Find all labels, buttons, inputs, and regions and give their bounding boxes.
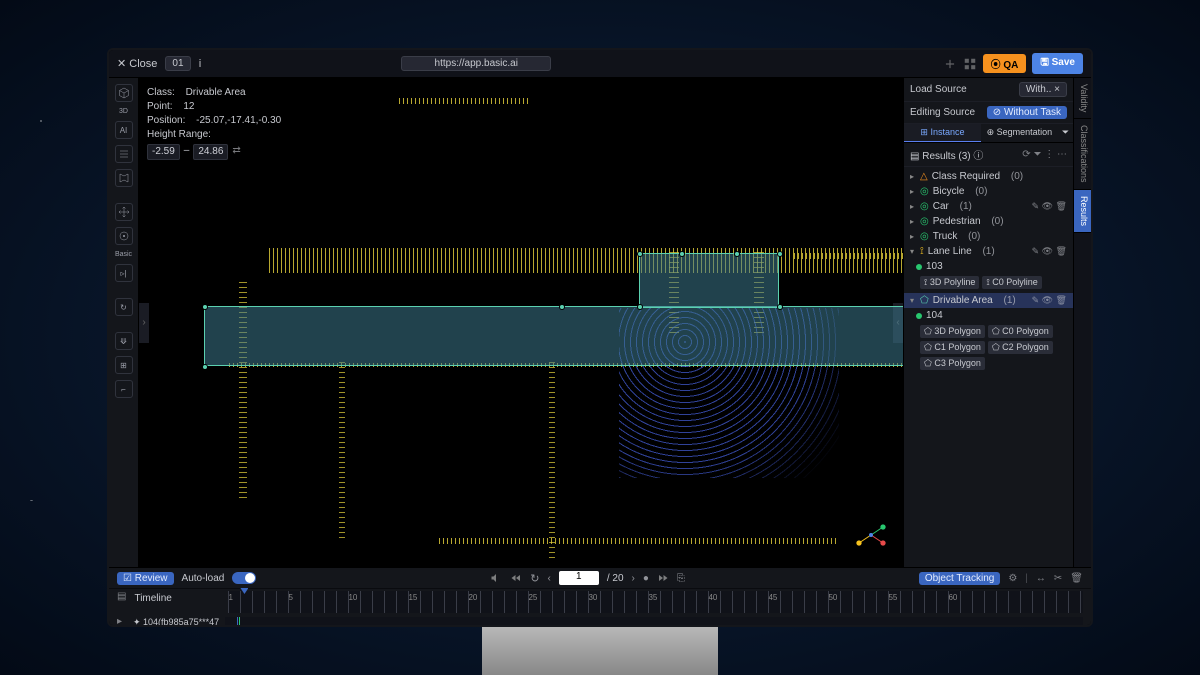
sidetab-results[interactable]: Results [1074, 190, 1091, 233]
chip-c2-polygon[interactable]: ⬠ C2 Polygon [988, 341, 1053, 354]
forward-icon[interactable] [657, 572, 669, 584]
node-bicycle[interactable]: ▸◎Bicycle (0) [904, 184, 1073, 199]
height-min-input[interactable]: -2.59 [147, 144, 180, 160]
entry-104[interactable]: 104 [904, 308, 1073, 323]
audio-icon[interactable] [490, 572, 502, 584]
node-car-actions[interactable]: ✎ 👁 🗑 [1032, 201, 1067, 212]
chip-c0-polyline[interactable]: ⟟ C0 Polyline [982, 276, 1041, 289]
node-pedestrian[interactable]: ▸◎Pedestrian (0) [904, 214, 1073, 229]
results-header: ▤ Results (3) ⓘ [910, 147, 983, 162]
tab-segmentation[interactable]: ⊕ Segmentation [981, 124, 1058, 142]
grid-tool[interactable]: ⊞ [115, 356, 133, 374]
editing-source-label: Editing Source [910, 107, 975, 118]
results-tree: ▸△Class Required (0) ▸◎Bicycle (0) ▸◎Car… [904, 167, 1073, 376]
node-laneline[interactable]: ▾⟟Lane Line (1)✎ 👁 🗑 [904, 244, 1073, 259]
sidetab-validity[interactable]: Validity [1074, 78, 1091, 119]
3d-viewport[interactable]: › ‹ [139, 78, 903, 567]
topbar: ✕ Close 01 i https://app.basic.ai ⦿ QA 🖫… [109, 50, 1091, 78]
link-toggle-icon[interactable]: ⇄ [232, 144, 240, 160]
load-source-label: Load Source [910, 84, 967, 95]
review-button[interactable]: ☑ Review [117, 572, 174, 585]
align-icon[interactable]: ↔ [1036, 573, 1046, 584]
entry-103[interactable]: 103 [904, 259, 1073, 274]
polygon-tool[interactable] [115, 169, 133, 187]
frame-total: / 20 [607, 573, 624, 584]
refresh-tool[interactable]: ↻ [115, 298, 133, 316]
drivable-area-polygon-north[interactable] [639, 253, 779, 308]
node-drivable-actions[interactable]: ✎ 👁 🗑 [1032, 295, 1067, 306]
3d-label: 3D [119, 108, 128, 115]
chip-3d-polygon[interactable]: ⬠ 3D Polygon [920, 325, 985, 338]
right-side-tabs: Validity Classifications Results [1073, 78, 1091, 567]
grid-icon[interactable] [963, 57, 977, 71]
bottom-bar: ☑ Review Auto-load ↻ ‹ 1 / 20 › ● ⎘ Obje… [109, 567, 1091, 625]
chip-3d-polyline[interactable]: ⟟ 3D Polyline [920, 276, 979, 289]
trash-icon[interactable]: 🗑 [1070, 573, 1083, 584]
right-panel: Load Source With.. × Editing Source ⊘ Wi… [903, 78, 1091, 567]
move-tool[interactable] [115, 203, 133, 221]
app-window: ✕ Close 01 i https://app.basic.ai ⦿ QA 🖫… [107, 48, 1093, 627]
axis-gizmo[interactable] [851, 515, 891, 555]
tab-filter-icon[interactable]: ⏷ [1058, 124, 1073, 142]
chip-c0-polygon[interactable]: ⬠ C0 Polygon [988, 325, 1053, 338]
left-toolbar: 3D AI Basic ▹| ↻ ⟱ ⊞ ⌐ [109, 78, 139, 567]
selection-info: Class: Drivable Area Point: 12 Position:… [147, 86, 281, 160]
frame-badge: 01 [165, 56, 190, 71]
qa-button[interactable]: ⦿ QA [983, 54, 1027, 73]
timeline-label: Timeline [134, 591, 220, 604]
prev-frame-icon[interactable]: ‹ [547, 573, 550, 584]
cut-icon[interactable]: ✂ [1054, 573, 1062, 584]
rewind-icon[interactable] [510, 572, 522, 584]
node-class-required[interactable]: ▸△Class Required (0) [904, 169, 1073, 184]
without-task-button[interactable]: ⊘ Without Task [987, 106, 1067, 119]
track-segment-bar[interactable] [225, 617, 1083, 627]
timeline-collapse-icon[interactable]: ▤ [117, 591, 126, 602]
url-field[interactable]: https://app.basic.ai [401, 56, 551, 71]
save-button[interactable]: 🖫 Save [1032, 53, 1083, 74]
track-expand-icon[interactable]: ▸ [117, 616, 127, 627]
node-truck[interactable]: ▸◎Truck (0) [904, 229, 1073, 244]
settings-icon[interactable] [943, 57, 957, 71]
ai-tool[interactable]: AI [115, 121, 133, 139]
close-button[interactable]: ✕ Close [117, 57, 157, 70]
info-icon[interactable]: i [199, 58, 202, 70]
sidetab-classifications[interactable]: Classifications [1074, 119, 1091, 190]
ruler-tool[interactable]: ⌐ [115, 380, 133, 398]
height-max-input[interactable]: 24.86 [193, 144, 228, 160]
node-drivable-area[interactable]: ▾⬠Drivable Area (1)✎ 👁 🗑 [904, 293, 1073, 308]
timeline-ruler[interactable]: 151015202530354045505560 [228, 591, 1083, 613]
gear-icon[interactable]: ⚙ [1008, 573, 1017, 584]
reload-icon[interactable]: ↻ [530, 572, 539, 585]
play-icon[interactable]: ● [643, 573, 649, 584]
frame-input[interactable]: 1 [559, 571, 599, 585]
monitor-stand [482, 627, 718, 675]
basic-label: Basic [115, 251, 132, 258]
node-laneline-actions[interactable]: ✎ 👁 🗑 [1032, 246, 1067, 257]
chip-c3-polygon[interactable]: ⬠ C3 Polygon [920, 357, 985, 370]
target-tool[interactable] [115, 227, 133, 245]
next-frame-icon[interactable]: › [632, 573, 635, 584]
object-tracking-button[interactable]: Object Tracking [919, 572, 1000, 585]
chip-c1-polygon[interactable]: ⬠ C1 Polygon [920, 341, 985, 354]
polyline-tool[interactable] [115, 145, 133, 163]
autoload-toggle[interactable] [232, 572, 256, 584]
track-id[interactable]: ✦ 104(fb985a75***478357520541) [133, 615, 219, 627]
drivable-area-polygon[interactable] [204, 306, 903, 366]
loop-icon[interactable]: ⎘ [677, 573, 685, 584]
skip-tool[interactable]: ▹| [115, 264, 133, 282]
node-car[interactable]: ▸◎Car (1)✎ 👁 🗑 [904, 199, 1073, 214]
autoload-label: Auto-load [182, 573, 225, 584]
cube-tool[interactable] [115, 84, 133, 102]
load-source-value[interactable]: With.. × [1019, 82, 1067, 97]
filter-tool[interactable]: ⟱ [115, 332, 133, 350]
tab-instance[interactable]: ⊞ Instance [904, 124, 981, 142]
